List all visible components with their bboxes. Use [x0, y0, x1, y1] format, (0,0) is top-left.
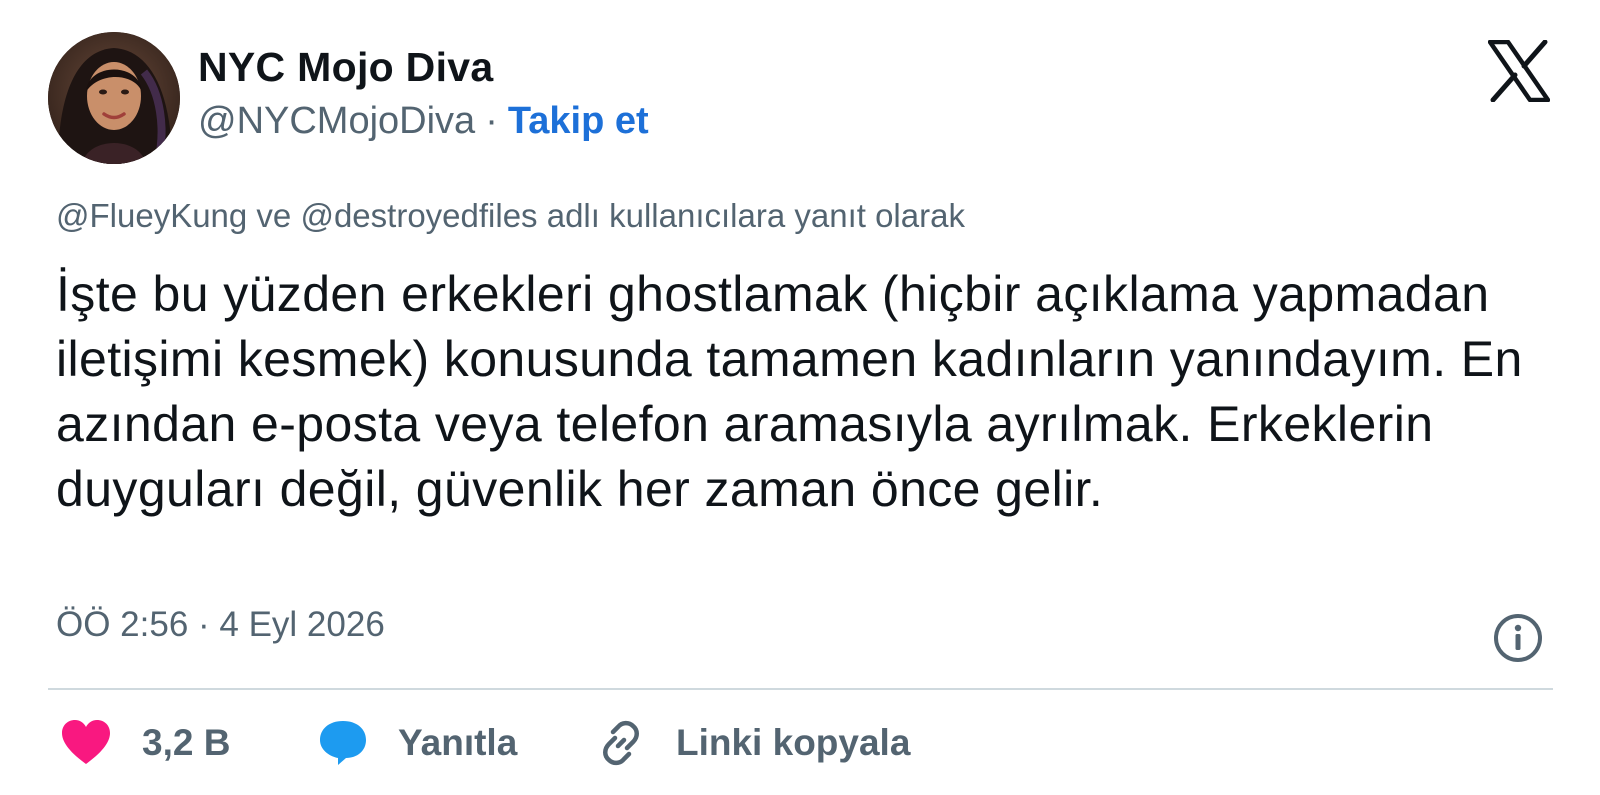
- heart-icon: [62, 720, 110, 764]
- link-icon: [603, 720, 639, 766]
- copy-link-button[interactable]: Linki kopyala: [596, 708, 910, 778]
- tweet-text: İşte bu yüzden erkekleri ghostlamak (hiç…: [56, 266, 1523, 517]
- author-display-name[interactable]: NYC Mojo Diva: [198, 44, 493, 91]
- tweet-embed-card: NYC Mojo Diva @NYCMojoDiva · Takip et @Flu…: [0, 0, 1600, 795]
- avatar-photo: [48, 32, 180, 164]
- tweet-timestamp[interactable]: ÖÖ 2:56 · 4 Eyl 2026: [56, 605, 385, 645]
- author-avatar[interactable]: [48, 32, 180, 164]
- separator-dot: ·: [485, 100, 498, 142]
- reply-label: Yanıtla: [398, 722, 518, 763]
- tweet-actions-bar: 3,2 B Yanıtla Linki kopyala: [0, 708, 1600, 778]
- follow-button[interactable]: Takip et: [508, 100, 649, 142]
- x-logo-icon[interactable]: [1487, 39, 1551, 103]
- copy-link-label: Linki kopyala: [676, 722, 911, 763]
- like-count: 3,2 B: [142, 722, 231, 763]
- reply-button[interactable]: Yanıtla: [318, 708, 517, 778]
- reply-context[interactable]: @FlueyKung ve @destroyedfiles adlı kulla…: [56, 197, 965, 235]
- info-icon[interactable]: [1492, 612, 1544, 664]
- divider: [48, 688, 1553, 690]
- author-handle[interactable]: @NYCMojoDiva: [198, 100, 475, 142]
- author-handle-row: @NYCMojoDiva · Takip et: [198, 100, 649, 143]
- x-logo-svg: [1487, 39, 1551, 103]
- reply-bubble-icon: [320, 721, 366, 765]
- info-icon-svg: [1494, 614, 1542, 662]
- like-button[interactable]: 3,2 B: [60, 708, 230, 778]
